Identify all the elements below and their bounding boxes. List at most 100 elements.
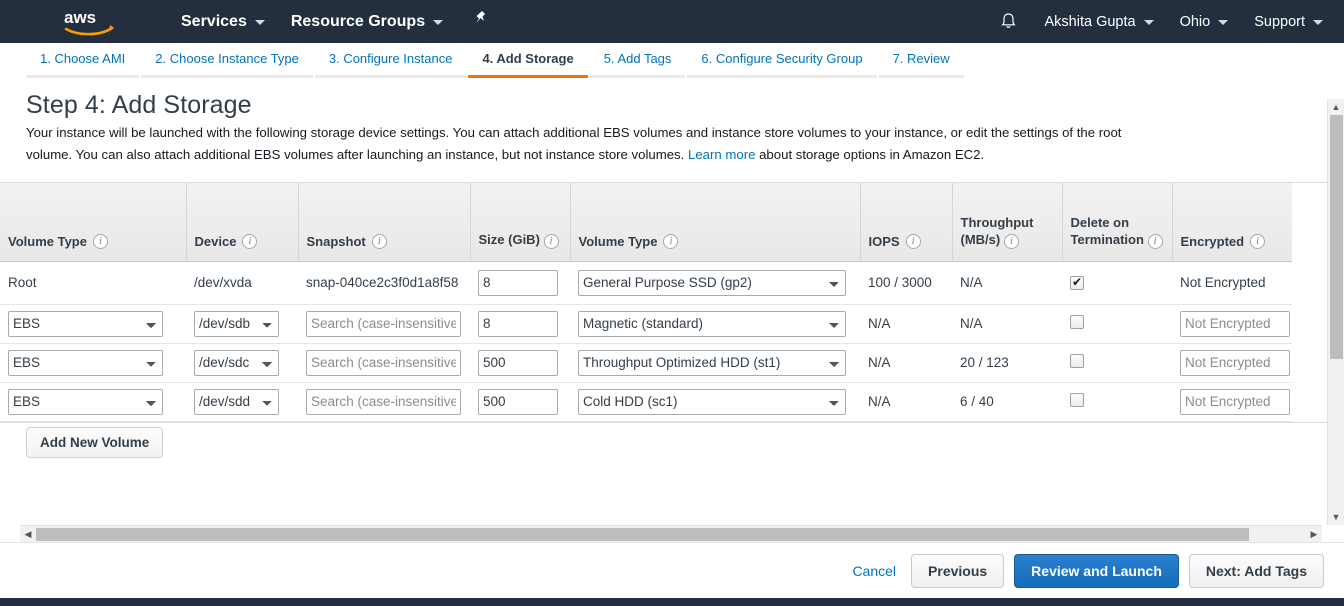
size-input[interactable] xyxy=(478,349,558,376)
delete-on-termination-checkbox[interactable] xyxy=(1070,354,1084,368)
wizard-tab-1[interactable]: 1. Choose AMI xyxy=(26,51,140,78)
iops-value: N/A xyxy=(868,394,891,409)
wizard-tab-2[interactable]: 2. Choose Instance Type xyxy=(141,51,313,78)
notifications-bell-icon[interactable] xyxy=(990,12,1031,31)
table-horizontal-scrollbar[interactable]: ◀ ▶ xyxy=(20,525,1322,542)
info-icon[interactable]: i xyxy=(1147,233,1163,249)
size-input[interactable] xyxy=(478,269,558,296)
cell-delete-on-termination xyxy=(1062,382,1172,422)
device-value: /dev/xvda xyxy=(194,275,252,290)
cell-size xyxy=(470,343,570,383)
chevron-down-icon xyxy=(1313,20,1323,25)
cell-encrypted xyxy=(1172,304,1292,344)
cancel-link[interactable]: Cancel xyxy=(852,563,896,579)
nav-services[interactable]: Services xyxy=(168,0,278,43)
volume-type-2-select[interactable]: Throughput Optimized HDD (st1) xyxy=(578,349,846,376)
delete-on-termination-checkbox[interactable] xyxy=(1070,276,1084,290)
snapshot-input[interactable] xyxy=(306,310,461,337)
info-icon[interactable]: i xyxy=(242,233,258,249)
cell-iops: N/A xyxy=(860,382,952,422)
size-input[interactable] xyxy=(478,310,558,337)
chevron-down-icon xyxy=(254,20,265,25)
info-icon[interactable]: i xyxy=(663,233,679,249)
cell-encrypted xyxy=(1172,343,1292,383)
snapshot-input[interactable] xyxy=(306,388,461,415)
vscroll-thumb[interactable] xyxy=(1329,115,1343,360)
review-and-launch-button[interactable]: Review and Launch xyxy=(1014,553,1179,588)
nav-account-menu[interactable]: Akshita Gupta xyxy=(1031,0,1166,43)
size-input[interactable] xyxy=(478,388,558,415)
top-navigation-bar: aws Services Resource Groups Akshita Gup… xyxy=(0,0,1344,43)
scroll-right-arrow-icon[interactable]: ▶ xyxy=(1306,529,1322,540)
encrypted-input[interactable] xyxy=(1180,349,1290,376)
info-icon[interactable]: i xyxy=(92,233,108,249)
device-select[interactable]: /dev/sdb xyxy=(194,310,279,337)
wizard-tab-4[interactable]: 4. Add Storage xyxy=(468,51,588,78)
page-intro-text: Your instance will be launched with the … xyxy=(26,122,1136,166)
encrypted-value: Not Encrypted xyxy=(1180,275,1266,290)
cell-device: /dev/sdd xyxy=(186,382,298,422)
scroll-down-arrow-icon[interactable]: ▼ xyxy=(1332,509,1341,525)
volume-type-2-select[interactable]: Cold HDD (sc1) xyxy=(578,388,846,415)
cell-iops: N/A xyxy=(860,343,952,383)
hscroll-track[interactable] xyxy=(36,527,1306,541)
cell-throughput: 20 / 123 xyxy=(952,343,1062,383)
encrypted-input[interactable] xyxy=(1180,388,1290,415)
volume-type-select[interactable]: EBS xyxy=(8,349,163,376)
info-icon[interactable]: i xyxy=(1250,233,1266,249)
aws-logo[interactable]: aws xyxy=(62,7,118,37)
table-row: EBS/dev/sdc Throughput Optimized HDD (st1… xyxy=(0,343,1292,383)
delete-on-termination-checkbox[interactable] xyxy=(1070,393,1084,407)
previous-button[interactable]: Previous xyxy=(911,553,1005,588)
cell-encrypted xyxy=(1172,382,1292,422)
scroll-left-arrow-icon[interactable]: ◀ xyxy=(20,529,36,540)
cell-delete-on-termination xyxy=(1062,343,1172,383)
cell-iops: N/A xyxy=(860,304,952,344)
device-select[interactable]: /dev/sdc xyxy=(194,349,279,376)
nav-resource-groups[interactable]: Resource Groups xyxy=(278,0,456,43)
volume-type-2-select[interactable]: Magnetic (standard) xyxy=(578,310,846,337)
encrypted-input[interactable] xyxy=(1180,310,1290,337)
snapshot-input[interactable] xyxy=(306,349,461,376)
nav-region-menu[interactable]: Ohio xyxy=(1167,0,1242,43)
learn-more-link[interactable]: Learn more xyxy=(688,147,755,162)
add-new-volume-button[interactable]: Add New Volume xyxy=(26,426,164,458)
column-header-label: Volume Type xyxy=(8,233,87,249)
cell-snapshot: snap-040ce2c3f0d1a8f58 xyxy=(298,261,470,305)
info-icon[interactable]: i xyxy=(543,233,559,249)
svg-text:aws: aws xyxy=(64,8,96,27)
snapshot-value: snap-040ce2c3f0d1a8f58 xyxy=(306,275,459,290)
cell-snapshot xyxy=(298,343,470,383)
storage-table-header: Volume Type i Device i Snapshot i Size (GiB… xyxy=(0,183,1292,262)
nav-support-menu[interactable]: Support xyxy=(1241,0,1336,43)
info-icon[interactable]: i xyxy=(371,233,387,249)
column-header-8: Encrypted i xyxy=(1172,183,1292,262)
chevron-down-icon xyxy=(1218,20,1229,25)
device-select[interactable]: /dev/sdd xyxy=(194,388,279,415)
next-add-tags-button[interactable]: Next: Add Tags xyxy=(1188,553,1324,588)
intro-text-part2: about storage options in Amazon EC2. xyxy=(755,147,985,162)
scroll-up-arrow-icon[interactable]: ▲ xyxy=(1332,99,1341,115)
info-icon[interactable]: i xyxy=(905,233,921,249)
wizard-tab-7[interactable]: 7. Review xyxy=(878,51,964,78)
cell-volume-type-2: Cold HDD (sc1) xyxy=(570,382,860,422)
cell-device: /dev/sdb xyxy=(186,304,298,344)
nav-support-label: Support xyxy=(1254,13,1305,30)
volume-type-value: Root xyxy=(8,275,37,290)
cell-volume-type-2: Magnetic (standard) xyxy=(570,304,860,344)
page-vertical-scrollbar[interactable]: ▲ ▼ xyxy=(1327,99,1344,525)
volume-type-2-select[interactable]: General Purpose SSD (gp2) xyxy=(578,269,846,296)
volume-type-select[interactable]: EBS xyxy=(8,388,163,415)
delete-on-termination-checkbox[interactable] xyxy=(1070,315,1084,329)
cell-volume-type-2: Throughput Optimized HDD (st1) xyxy=(570,343,860,383)
vscroll-track[interactable] xyxy=(1329,115,1343,509)
wizard-tab-6[interactable]: 6. Configure Security Group xyxy=(687,51,877,78)
pin-icon[interactable] xyxy=(472,10,488,33)
cell-volume-type: EBS xyxy=(0,304,186,344)
wizard-tab-3[interactable]: 3. Configure Instance xyxy=(314,51,467,78)
volume-type-select[interactable]: EBS xyxy=(8,310,163,337)
info-icon[interactable]: i xyxy=(1003,233,1019,249)
wizard-tab-bar: 1. Choose AMI 2. Choose Instance Type 3. C… xyxy=(0,43,1344,79)
hscroll-thumb[interactable] xyxy=(36,527,1249,541)
wizard-tab-5[interactable]: 5. Add Tags xyxy=(589,51,686,78)
